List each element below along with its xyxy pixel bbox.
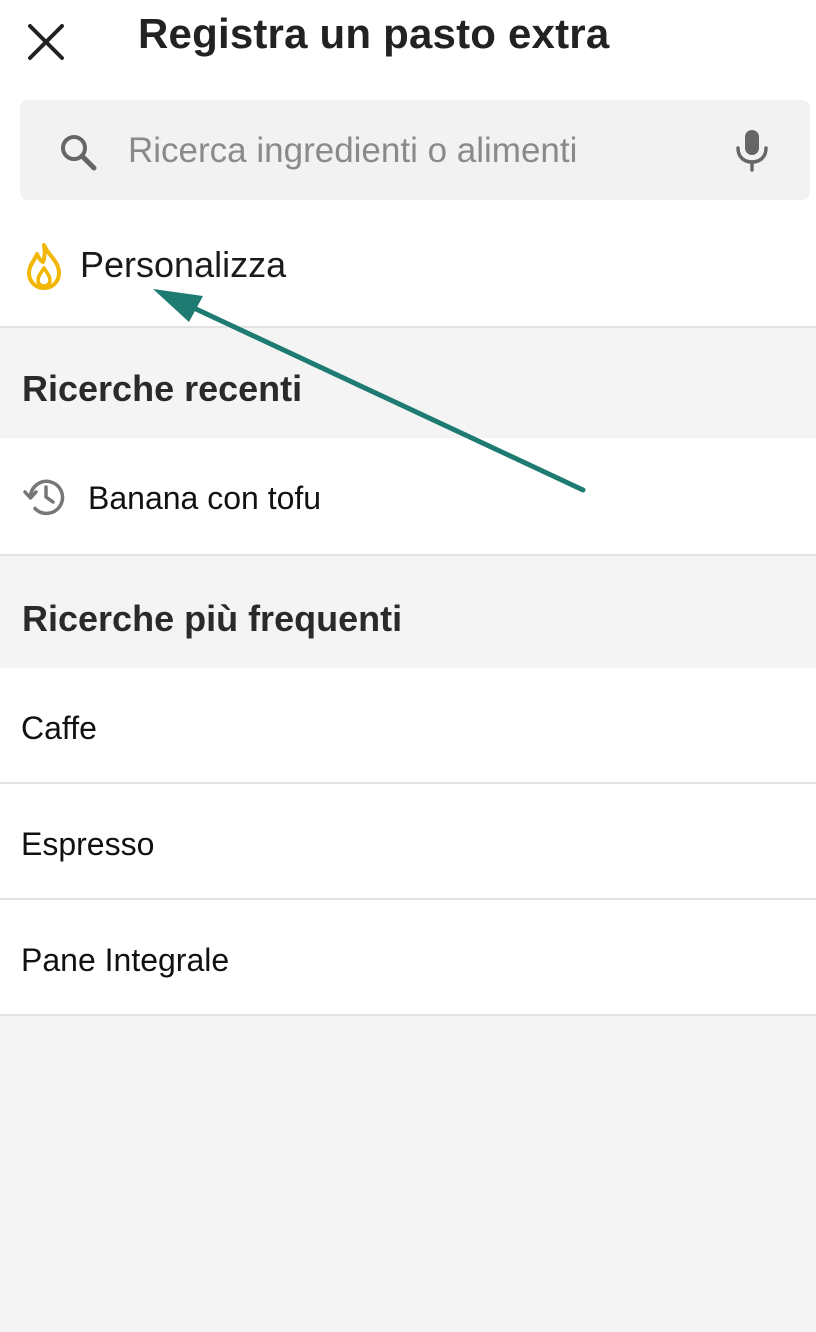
frequent-search-item-caffe[interactable]: Caffe bbox=[0, 668, 816, 784]
frequent-searches-header: Ricerche più frequenti bbox=[0, 556, 816, 668]
frequent-search-item-espresso[interactable]: Espresso bbox=[0, 784, 816, 900]
flame-icon bbox=[27, 243, 61, 290]
customize-item[interactable]: Personalizza bbox=[0, 208, 816, 328]
search-bar[interactable] bbox=[20, 100, 810, 200]
frequent-search-label: Pane Integrale bbox=[21, 942, 230, 978]
search-section bbox=[0, 96, 816, 208]
top-bar: Registra un pasto extra bbox=[0, 0, 816, 96]
search-input[interactable] bbox=[128, 126, 708, 176]
recent-search-item[interactable]: Banana con tofu bbox=[0, 438, 816, 556]
frequent-search-item-pane-integrale[interactable]: Pane Integrale bbox=[0, 900, 816, 1016]
app-screen: Registra un pasto extra Personalizza Ric… bbox=[0, 0, 816, 1332]
recent-searches-heading: Ricerche recenti bbox=[22, 368, 303, 409]
search-icon bbox=[61, 135, 97, 171]
frequent-search-label: Espresso bbox=[21, 826, 155, 862]
frequent-search-label: Caffe bbox=[21, 710, 97, 746]
history-icon bbox=[23, 479, 65, 516]
recent-search-label: Banana con tofu bbox=[88, 480, 322, 516]
customize-label: Personalizza bbox=[80, 244, 287, 285]
page-title: Registra un pasto extra bbox=[138, 10, 610, 57]
close-button[interactable] bbox=[18, 14, 74, 70]
microphone-icon[interactable] bbox=[732, 128, 772, 172]
frequent-searches-heading: Ricerche più frequenti bbox=[22, 598, 403, 639]
recent-searches-header: Ricerche recenti bbox=[0, 328, 816, 438]
close-icon[interactable] bbox=[26, 22, 66, 62]
